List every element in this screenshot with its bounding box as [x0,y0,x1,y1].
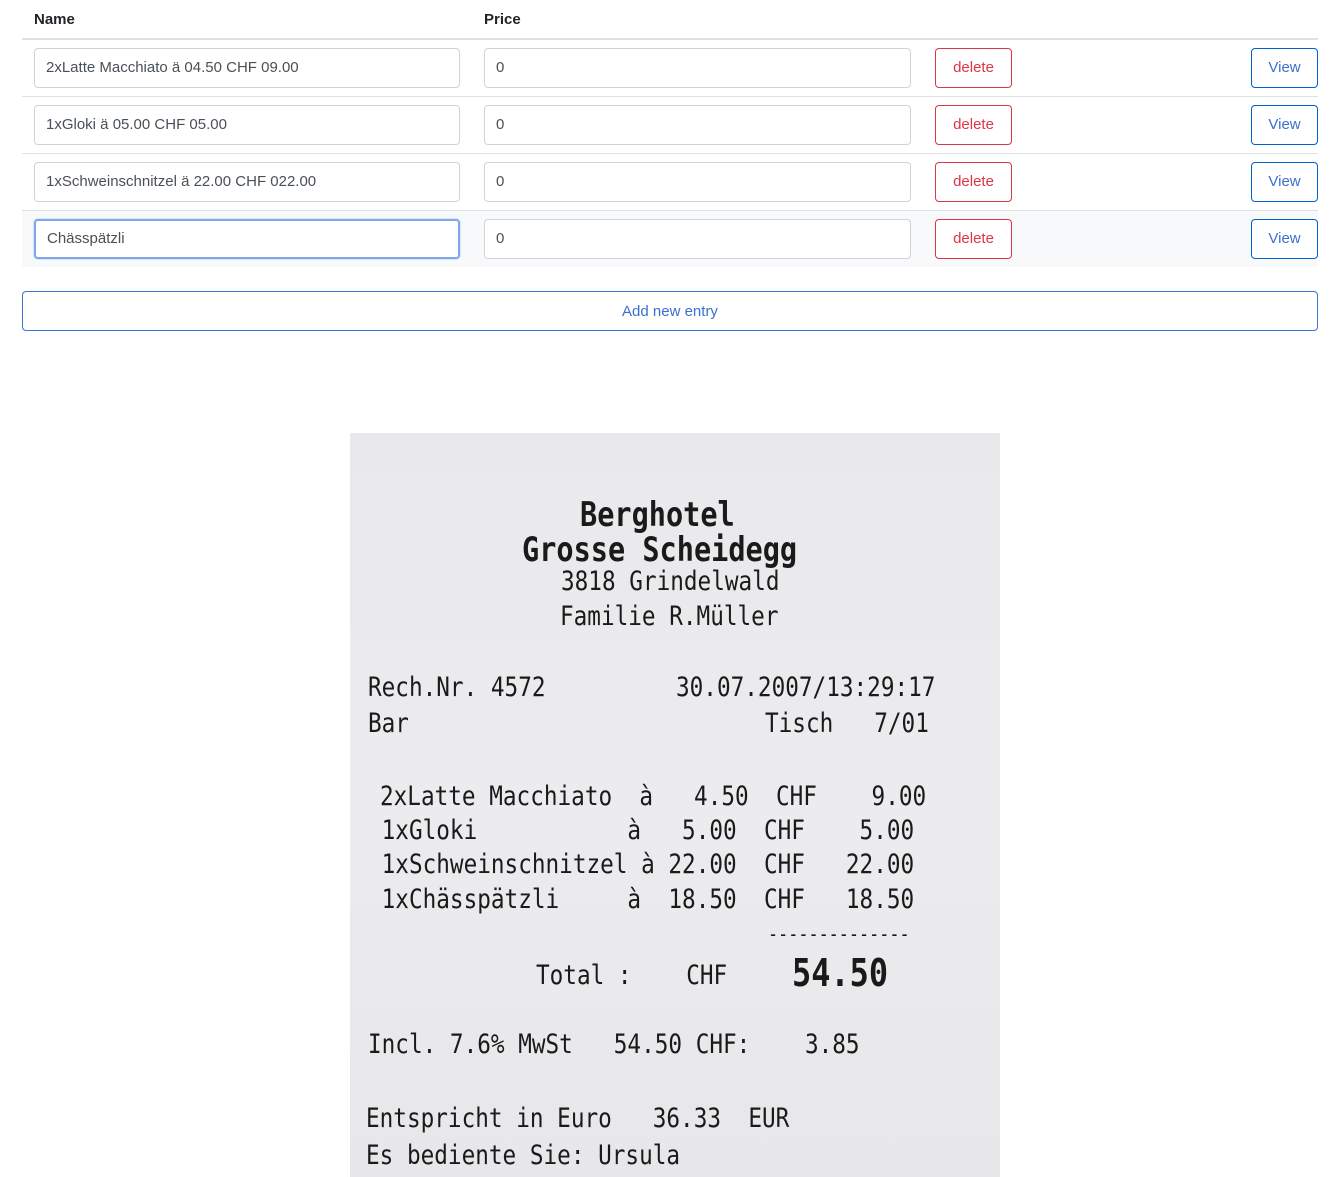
name-input[interactable] [34,104,460,145]
entries-table: Name Price delete View [22,0,1318,267]
price-cell [472,95,923,153]
receipt-location: Bar [368,708,409,739]
price-input[interactable] [484,218,911,259]
price-cell [472,38,923,96]
receipt-hotel-name: Berghotel [580,495,735,535]
receipt-hotel-name-2: Grosse Scheidegg [522,530,798,570]
add-new-entry-button[interactable]: Add new entry [22,291,1318,331]
name-cell [22,95,472,153]
name-cell [22,152,472,210]
delete-button[interactable]: delete [935,47,1012,88]
delete-button[interactable]: delete [935,104,1012,145]
view-cell: View [1056,152,1318,210]
name-input[interactable] [34,47,460,88]
view-button[interactable]: View [1251,161,1318,202]
receipt-address: 3818 Grindelwald [561,566,780,597]
table-row: delete View [22,95,1318,153]
table-row: delete View [22,38,1318,96]
receipt-datetime: 30.07.2007/13:29:17 [676,672,936,703]
receipt-image: Berghotel Grosse Scheidegg 3818 Grindelw… [350,433,1000,1177]
price-cell [472,209,923,267]
view-button[interactable]: View [1251,218,1318,259]
view-cell: View [1056,38,1318,96]
receipt-item: 1xSchweinschnitzel à 22.00 CHF 22.00 [368,849,915,880]
delete-cell: delete [923,152,1056,210]
receipt-total-label: Total : CHF [536,960,728,991]
delete-cell: delete [923,38,1056,96]
view-column-header [1056,0,1318,40]
receipt-euro-line: Entspricht in Euro 36.33 EUR [366,1103,790,1134]
delete-button[interactable]: delete [935,218,1012,259]
receipt-total-value: 54.50 [792,951,889,995]
delete-cell: delete [923,209,1056,267]
delete-button[interactable]: delete [935,161,1012,202]
receipt-invoice-number: Rech.Nr. 4572 [368,672,546,703]
table-row: delete View [22,209,1318,267]
receipt-served-by: Es bediente Sie: Ursula [366,1140,681,1171]
delete-cell: delete [923,95,1056,153]
view-button[interactable]: View [1251,47,1318,88]
receipt-separator: -------------- [768,922,910,946]
delete-column-header [923,0,1056,40]
receipt-item: 2xLatte Macchiato à 4.50 CHF 9.00 [380,781,927,812]
name-cell [22,209,472,267]
price-column-header: Price [472,0,923,40]
name-input[interactable] [34,161,460,202]
receipt-vat-line: Incl. 7.6% MwSt 54.50 CHF: 3.85 [368,1029,860,1060]
price-input[interactable] [484,161,911,202]
view-cell: View [1056,209,1318,267]
table-row: delete View [22,152,1318,210]
price-input[interactable] [484,104,911,145]
view-button[interactable]: View [1251,104,1318,145]
name-input[interactable] [34,218,460,259]
receipt-family: Familie R.Müller [560,601,779,632]
table-header-row: Name Price [22,0,1318,40]
receipt-item: 1xGloki à 5.00 CHF 5.00 [368,815,915,846]
price-input[interactable] [484,47,911,88]
price-cell [472,152,923,210]
receipt-item: 1xChässpätzli à 18.50 CHF 18.50 [368,884,915,915]
name-cell [22,38,472,96]
receipt-table: Tisch 7/01 [765,708,929,739]
view-cell: View [1056,95,1318,153]
name-column-header: Name [22,0,472,40]
